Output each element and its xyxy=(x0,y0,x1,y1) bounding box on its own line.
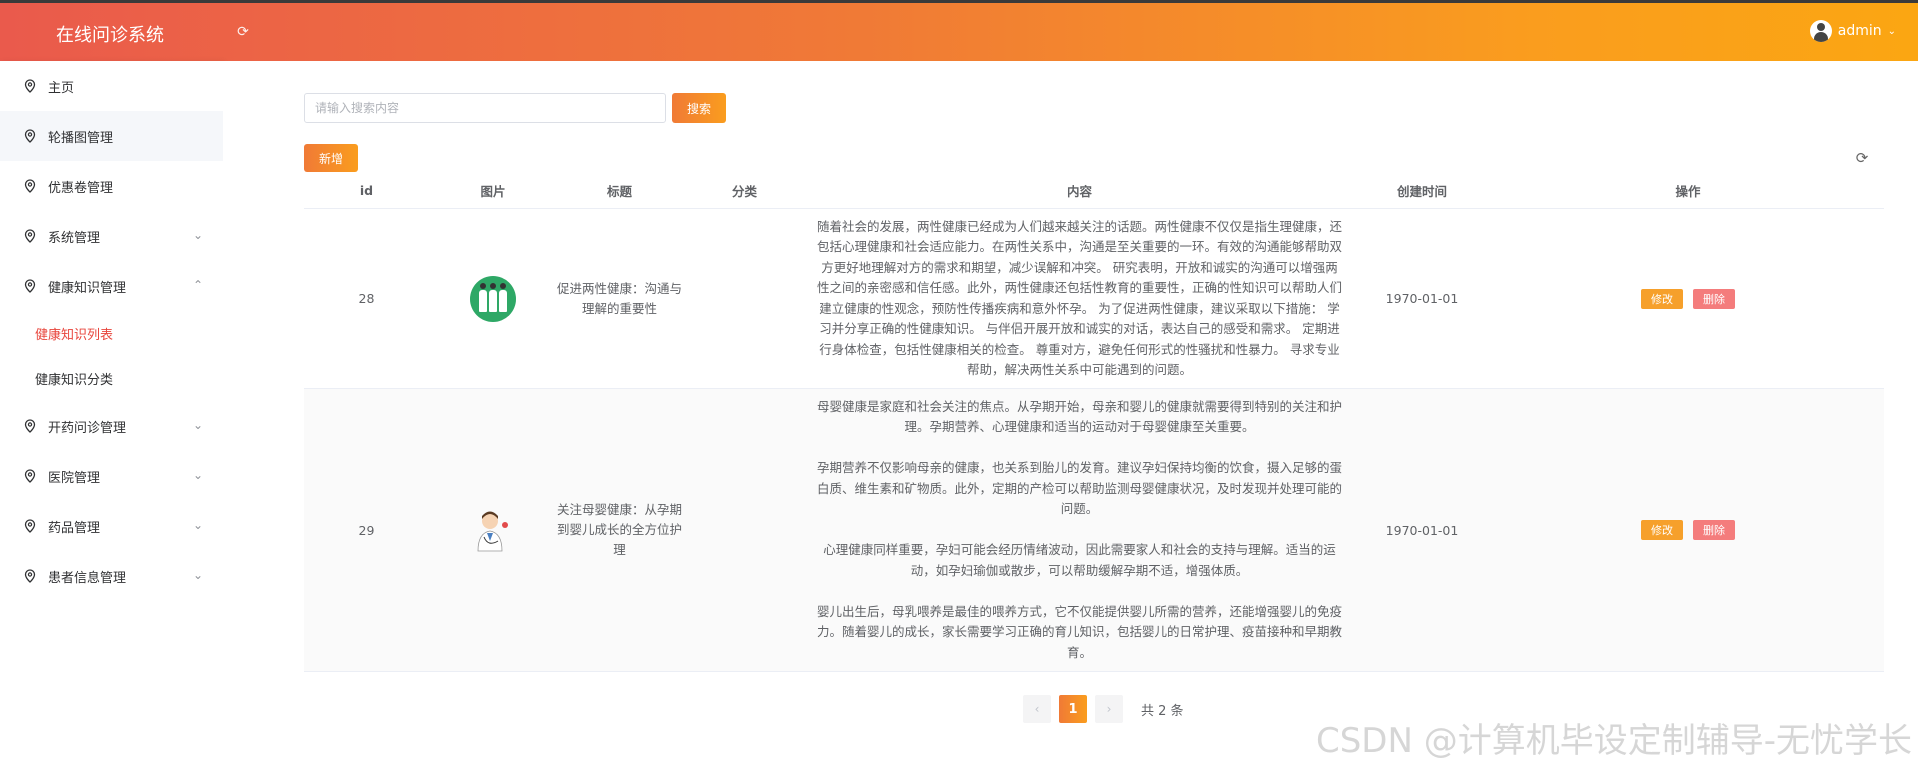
cell-content: 随着社会的发展，两性健康已经成为人们越来越关注的话题。两性健康不仅仅是指生理健康… xyxy=(817,218,1343,378)
sidebar-item-system[interactable]: 系统管理 ⌄ xyxy=(0,211,223,261)
doctor-cartoon-icon xyxy=(470,507,516,553)
chevron-down-icon: ⌄ xyxy=(192,418,203,432)
sidebar-item-label: 患者信息管理 xyxy=(48,570,127,586)
chevron-down-icon: ⌄ xyxy=(192,518,203,532)
column-header-id: id xyxy=(359,183,374,198)
data-table: id 图片 标题 分类 内容 创建时间 操作 28 促进两性健康：沟通与理解的重… xyxy=(304,173,1884,672)
sidebar-item-carousel[interactable]: 轮播图管理 xyxy=(0,111,223,161)
sidebar-subitem-knowledge-category[interactable]: 健康知识分类 xyxy=(0,356,223,401)
cell-created: 1970-01-01 xyxy=(1385,291,1459,306)
sidebar-item-medicine[interactable]: 药品管理 ⌄ xyxy=(0,501,223,551)
main-content: 搜索 新增 ⟳ id 图片 标题 分类 内容 创建时间 操作 28 促进两性健康… xyxy=(223,61,1918,770)
add-button[interactable]: 新增 xyxy=(304,144,358,172)
location-pin-icon xyxy=(22,178,38,194)
sidebar-item-label: 健康知识管理 xyxy=(48,280,127,296)
page-1-button[interactable]: 1 xyxy=(1059,695,1087,723)
sidebar-item-patients[interactable]: 患者信息管理 ⌄ xyxy=(0,551,223,601)
watermark: CSDN @计算机毕设定制辅导-无忧学长 xyxy=(1315,721,1912,761)
total-count: 共 2 条 xyxy=(1141,703,1184,719)
refresh-icon[interactable]: ⟳ xyxy=(1853,149,1871,167)
app-header: 在线问诊系统 ⟳ admin ⌄ xyxy=(0,3,1918,61)
app-title: 在线问诊系统 xyxy=(56,25,164,46)
search-input[interactable] xyxy=(304,93,666,123)
next-page-button[interactable]: › xyxy=(1095,695,1123,723)
chevron-down-icon: ⌄ xyxy=(192,228,203,242)
chevron-down-icon: ⌄ xyxy=(1887,25,1896,37)
sidebar-item-hospital[interactable]: 医院管理 ⌄ xyxy=(0,451,223,501)
sidebar-item-label: 优惠卷管理 xyxy=(48,180,114,196)
column-header-content: 内容 xyxy=(1066,184,1092,199)
delete-button[interactable]: 删除 xyxy=(1693,520,1735,540)
cell-actions: 修改 删除 xyxy=(1492,520,1884,540)
column-header-category: 分类 xyxy=(731,184,757,199)
doctors-group-icon xyxy=(470,275,516,322)
username: admin xyxy=(1837,23,1882,39)
cell-created: 1970-01-01 xyxy=(1385,522,1459,538)
sidebar-item-label: 药品管理 xyxy=(48,520,101,536)
search-button[interactable]: 搜索 xyxy=(672,93,726,123)
sidebar-item-prescription[interactable]: 开药问诊管理 ⌄ xyxy=(0,401,223,451)
pagination: ‹ 1 › 共 2 条 xyxy=(1023,695,1184,723)
chevron-up-icon: ⌃ xyxy=(192,278,203,292)
location-pin-icon xyxy=(22,468,38,484)
edit-button[interactable]: 修改 xyxy=(1641,520,1683,540)
location-pin-icon xyxy=(22,418,38,434)
sidebar-item-health-knowledge[interactable]: 健康知识管理 ⌃ xyxy=(0,261,223,311)
cell-image xyxy=(429,507,557,553)
sidebar-subitem-knowledge-list[interactable]: 健康知识列表 xyxy=(0,311,223,356)
table-header: id 图片 标题 分类 内容 创建时间 操作 xyxy=(304,173,1884,209)
sidebar-item-label: 医院管理 xyxy=(48,470,101,486)
avatar xyxy=(1809,20,1832,42)
location-pin-icon xyxy=(22,518,38,534)
location-pin-icon xyxy=(22,228,38,244)
location-pin-icon xyxy=(22,78,38,94)
cell-title: 促进两性健康：沟通与理解的重要性 xyxy=(557,280,683,316)
chevron-down-icon: ⌄ xyxy=(192,468,203,482)
cell-actions: 修改 删除 xyxy=(1492,288,1884,309)
sidebar: 主页 轮播图管理 优惠卷管理 系统管理 ⌄ 健康知识管理 ⌃ 健康知识列表 健康… xyxy=(0,61,223,770)
cell-id: 28 xyxy=(358,291,375,306)
prev-page-button[interactable]: ‹ xyxy=(1023,695,1051,723)
location-pin-icon xyxy=(22,128,38,144)
cell-title: 关注母婴健康：从孕期到婴儿成长的全方位护理 xyxy=(557,502,683,557)
cell-content: 母婴健康是家庭和社会关注的焦点。从孕期开始，母亲和婴儿的健康就需要得到特别的关注… xyxy=(817,398,1343,660)
sidebar-item-label: 系统管理 xyxy=(48,230,101,246)
sidebar-item-label: 主页 xyxy=(48,80,75,96)
table-row: 28 促进两性健康：沟通与理解的重要性 随着社会的发展，两性健康已经成为人们越来… xyxy=(304,209,1884,389)
cell-image xyxy=(429,275,557,322)
location-pin-icon xyxy=(22,278,38,294)
refresh-header-icon[interactable]: ⟳ xyxy=(234,23,252,41)
user-menu[interactable]: admin ⌄ xyxy=(1809,20,1896,42)
sidebar-item-label: 轮播图管理 xyxy=(48,130,114,146)
table-row: 29 关注母婴健康：从孕期到婴儿成长的全方位护理 母婴健康是家庭和社会关注的焦点… xyxy=(304,389,1884,672)
column-header-title: 标题 xyxy=(606,184,632,199)
sidebar-item-home[interactable]: 主页 xyxy=(0,61,223,111)
column-header-actions: 操作 xyxy=(1675,184,1701,199)
column-header-created: 创建时间 xyxy=(1396,184,1447,199)
sidebar-item-label: 开药问诊管理 xyxy=(48,420,127,436)
location-pin-icon xyxy=(22,568,38,584)
sidebar-item-coupons[interactable]: 优惠卷管理 xyxy=(0,161,223,211)
column-header-image: 图片 xyxy=(480,184,506,199)
cell-id: 29 xyxy=(358,522,375,538)
chevron-down-icon: ⌄ xyxy=(192,568,203,582)
delete-button[interactable]: 删除 xyxy=(1693,288,1735,309)
edit-button[interactable]: 修改 xyxy=(1641,288,1683,309)
